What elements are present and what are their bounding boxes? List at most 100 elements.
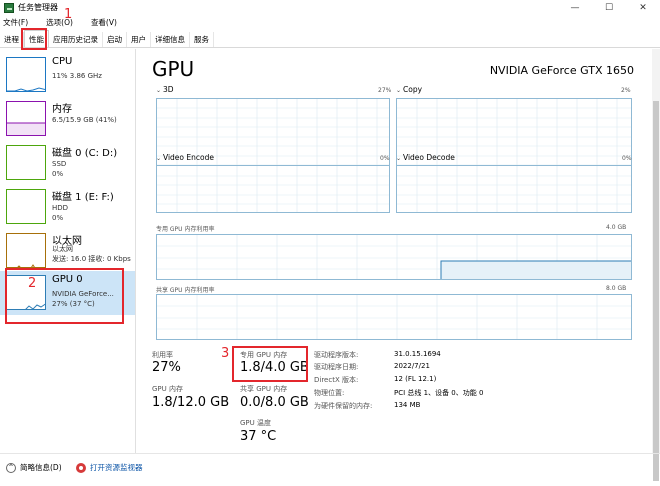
gpu-temperature-label: GPU 温度 — [240, 419, 271, 427]
sidebar-disk1-usage: 0% — [52, 214, 64, 222]
fewer-details-label: 简略信息(D) — [20, 463, 62, 472]
shared-memory-value: 0.0/8.0 GB — [240, 395, 309, 410]
driver-date-label: 驱动程序日期: — [314, 363, 359, 371]
menu-bar: 文件(F) 选项(O) 查看(V) — [0, 16, 660, 30]
physical-location-value: PCI 总线 1、设备 0、功能 0 — [394, 389, 484, 397]
tab-services[interactable]: 服务 — [190, 32, 214, 47]
gpu-temperature-value: 37 °C — [240, 429, 277, 444]
directx-version-value: 12 (FL 12.1) — [394, 375, 437, 383]
tab-users[interactable]: 用户 — [127, 32, 151, 47]
shared-memory-label: 共享 GPU 内存 — [240, 385, 288, 393]
engine-copy-pct: 2% — [621, 87, 631, 94]
shared-memory-chart — [157, 295, 631, 339]
engine-copy-label[interactable]: ⌄ Copy — [396, 85, 422, 94]
engine-video-encode-graph — [156, 165, 390, 213]
engine-video-decode-graph — [396, 165, 632, 213]
memory-thumbnail-graph — [6, 101, 46, 136]
sidebar-memory-usage: 6.5/15.9 GB (41%) — [52, 116, 117, 124]
sidebar-ethernet-throughput: 发送: 16.0 接收: 0 Kbps — [52, 255, 131, 263]
gpu-model-name: NVIDIA GeForce GTX 1650 — [489, 64, 634, 77]
scrollbar[interactable] — [652, 49, 660, 481]
tab-bar: 进程 性能 应用历史记录 启动 用户 详细信息 服务 — [0, 30, 660, 48]
task-manager-icon — [4, 3, 14, 13]
engine-video-decode-label[interactable]: ⌄ Video Decode — [396, 153, 455, 162]
cpu-thumbnail-graph — [6, 57, 46, 92]
driver-version-value: 31.0.15.1694 — [394, 350, 441, 358]
sidebar-cpu-title: CPU — [52, 56, 73, 67]
gpu-memory-value: 1.8/12.0 GB — [152, 395, 230, 410]
shared-memory-graph-label: 共享 GPU 内存利用率 — [156, 287, 215, 294]
engine-video-encode-pct: 0% — [380, 155, 390, 162]
sidebar-disk0-type: SSD — [52, 160, 67, 168]
maximize-button[interactable]: ☐ — [592, 0, 626, 16]
fewer-details-button[interactable]: ^ 简略信息(D) — [6, 462, 62, 473]
sidebar-memory-title: 内存 — [52, 104, 72, 115]
sidebar-cpu-usage: 11% 3.86 GHz — [52, 72, 102, 80]
engine-video-decode-pct: 0% — [622, 155, 632, 162]
open-resource-monitor-link[interactable]: 打开资源监视器 — [76, 462, 143, 473]
directx-version-label: DirectX 版本: — [314, 376, 359, 384]
window-title: 任务管理器 — [18, 3, 58, 12]
sidebar-disk0-title: 磁盘 0 (C: D:) — [52, 148, 118, 159]
utilization-value: 27% — [152, 360, 181, 375]
gpu-detail-panel: GPU NVIDIA GeForce GTX 1650 ⌄ 3D 27% ⌄ Cop… — [136, 49, 660, 453]
title-bar: 任务管理器 — ☐ ✕ — [0, 0, 660, 16]
memory-mini-chart — [7, 122, 45, 135]
chevron-down-icon: ⌄ — [396, 155, 402, 162]
utilization-label: 利用率 — [152, 351, 173, 359]
chevron-down-icon: ⌄ — [156, 87, 162, 94]
dedicated-memory-graph — [156, 234, 632, 280]
footer-bar: ^ 简略信息(D) 打开资源监视器 — [0, 453, 660, 486]
gpu-memory-label: GPU 内存 — [152, 385, 183, 393]
annotation-number-1: 1 — [64, 7, 73, 22]
dedicated-memory-graph-max: 4.0 GB — [606, 224, 627, 231]
sidebar-item-cpu[interactable]: CPU 11% 3.86 GHz — [0, 53, 135, 97]
sidebar-disk1-type: HDD — [52, 204, 69, 212]
dedicated-memory-chart — [157, 235, 631, 279]
sidebar-item-disk1[interactable]: 磁盘 1 (E: F:) HDD 0% — [0, 185, 135, 229]
annotation-box-1 — [21, 28, 47, 50]
engine-3d-pct: 27% — [378, 87, 392, 94]
sidebar-disk0-usage: 0% — [52, 170, 64, 178]
ethernet-thumbnail-graph — [6, 233, 46, 268]
annotation-number-3: 3 — [221, 346, 230, 361]
window-controls: — ☐ ✕ — [558, 0, 660, 16]
tab-app-history[interactable]: 应用历史记录 — [49, 32, 103, 47]
sidebar-item-memory[interactable]: 内存 6.5/15.9 GB (41%) — [0, 97, 135, 141]
open-resource-monitor-label: 打开资源监视器 — [90, 463, 143, 472]
resource-monitor-icon — [76, 462, 86, 473]
menu-view[interactable]: 查看(V) — [88, 16, 120, 30]
shared-memory-graph — [156, 294, 632, 340]
engine-video-encode-chart — [157, 166, 389, 212]
scrollbar-thumb[interactable] — [653, 101, 659, 481]
tab-details[interactable]: 详细信息 — [151, 32, 190, 47]
annotation-box-3 — [232, 346, 308, 382]
annotation-number-2: 2 — [28, 276, 37, 291]
page-title: GPU — [152, 57, 195, 81]
chevron-down-icon: ⌄ — [396, 87, 402, 94]
sidebar-ethernet-adapter: 以太网 — [52, 245, 73, 253]
minimize-button[interactable]: — — [558, 0, 592, 16]
resource-sidebar: CPU 11% 3.86 GHz 内存 6.5/15.9 GB (41%) 磁盘… — [0, 49, 136, 453]
engine-3d-label[interactable]: ⌄ 3D — [156, 85, 174, 94]
shared-memory-graph-max: 8.0 GB — [606, 285, 627, 292]
tab-startup[interactable]: 启动 — [103, 32, 127, 47]
reserved-memory-value: 134 MB — [394, 401, 421, 409]
driver-date-value: 2022/7/21 — [394, 362, 430, 370]
driver-version-label: 驱动程序版本: — [314, 351, 359, 359]
physical-location-label: 物理位置: — [314, 389, 345, 397]
reserved-memory-label: 为硬件保留的内存: — [314, 402, 373, 410]
chevron-down-icon: ⌄ — [156, 155, 162, 162]
disk1-thumbnail-graph — [6, 189, 46, 224]
dedicated-memory-graph-label: 专用 GPU 内存利用率 — [156, 226, 215, 233]
close-button[interactable]: ✕ — [626, 0, 660, 16]
sidebar-item-disk0[interactable]: 磁盘 0 (C: D:) SSD 0% — [0, 141, 135, 185]
ethernet-mini-chart — [17, 264, 35, 267]
engine-video-decode-chart — [397, 166, 631, 212]
engine-video-encode-label[interactable]: ⌄ Video Encode — [156, 153, 214, 162]
disk0-thumbnail-graph — [6, 145, 46, 180]
annotation-box-2 — [5, 268, 124, 324]
sidebar-item-ethernet[interactable]: 以太网 以太网 发送: 16.0 接收: 0 Kbps — [0, 229, 135, 273]
cpu-mini-chart — [7, 87, 45, 91]
sidebar-disk1-title: 磁盘 1 (E: F:) — [52, 192, 114, 203]
